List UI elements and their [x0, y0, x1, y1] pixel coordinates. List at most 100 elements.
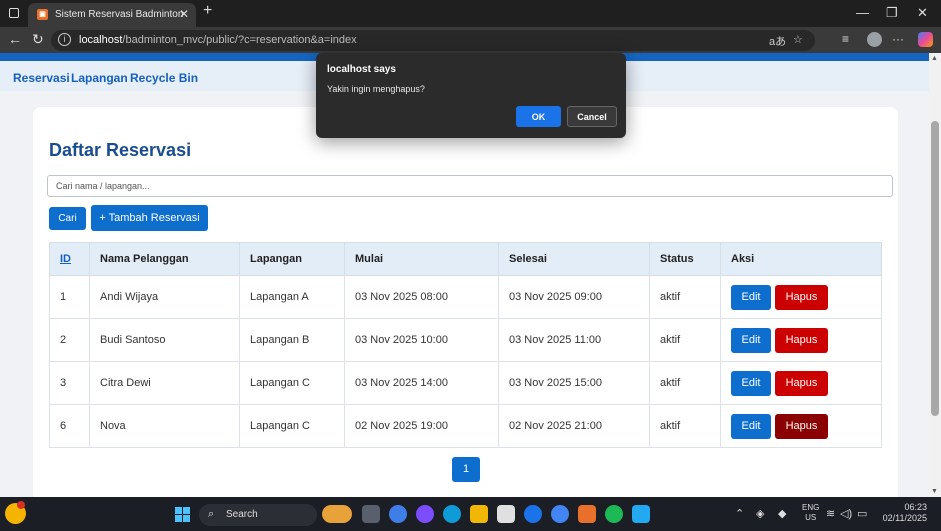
table-row: 3 Citra Dewi Lapangan C 03 Nov 2025 14:0… [49, 361, 882, 405]
store-icon[interactable] [497, 505, 515, 523]
favorites-list-icon[interactable]: ≡ [842, 32, 849, 46]
language-indicator[interactable]: ENG US [802, 503, 819, 523]
scroll-down-icon[interactable]: ▼ [931, 488, 938, 495]
url-host: localhost [79, 34, 123, 46]
delete-button[interactable]: Hapus [775, 327, 828, 353]
url-path: /badminton_mvc/public/?c=reservation&a=i… [122, 34, 357, 46]
cell-mulai: 03 Nov 2025 08:00 [344, 275, 499, 319]
taskbar-search-label: Search [226, 509, 258, 520]
search-input[interactable] [47, 175, 893, 197]
vscode-icon[interactable] [632, 505, 650, 523]
taskbar-search[interactable]: ⌕ Search [199, 504, 317, 526]
new-tab-icon[interactable]: + [203, 2, 212, 20]
spotify-icon[interactable] [605, 505, 623, 523]
tray-app-icon[interactable]: ◈ [756, 507, 764, 520]
table-header-row: ID Nama Pelanggan Lapangan Mulai Selesai… [49, 242, 882, 276]
content-card: Daftar Reservasi Cari + Tambah Reservasi… [33, 107, 898, 497]
table-row: 1 Andi Wijaya Lapangan A 03 Nov 2025 08:… [49, 275, 882, 319]
delete-button[interactable]: Hapus [775, 413, 828, 439]
tray-app2-icon[interactable]: ◆ [778, 507, 786, 520]
cell-status: aktif [649, 318, 721, 362]
favicon-icon: ▣ [37, 9, 48, 20]
table-row: 6 Nova Lapangan C 02 Nov 2025 19:00 02 N… [49, 404, 882, 448]
cell-mulai: 03 Nov 2025 10:00 [344, 318, 499, 362]
delete-button[interactable]: Hapus [775, 284, 828, 310]
copilot-icon[interactable] [918, 32, 933, 47]
refresh-icon[interactable]: ↻ [32, 31, 44, 48]
delete-button[interactable]: Hapus [775, 370, 828, 396]
clock-time: 06:23 [904, 502, 927, 512]
clock[interactable]: 06:23 02/11/2025 [862, 502, 927, 524]
cell-status: aktif [649, 361, 721, 405]
edit-button[interactable]: Edit [731, 284, 771, 310]
edit-button[interactable]: Edit [731, 413, 771, 439]
site-info-icon[interactable]: i [58, 33, 71, 46]
nav-link-recycle-bin[interactable]: Recycle Bin [130, 71, 198, 85]
tab-actions-icon[interactable] [9, 8, 19, 18]
wifi-icon[interactable]: ≋ [826, 507, 835, 520]
cell-status: aktif [649, 404, 721, 448]
teams-icon[interactable] [389, 505, 407, 523]
lang-top: ENG [802, 503, 820, 512]
page-scrollbar[interactable]: ▲ ▼ [929, 53, 941, 497]
maximize-icon[interactable]: ❐ [886, 5, 898, 21]
chrome-icon[interactable] [551, 505, 569, 523]
more-menu-icon[interactable]: ··· [892, 32, 904, 46]
cell-nama: Budi Santoso [89, 318, 240, 362]
url-field[interactable]: i localhost/badminton_mvc/public/?c=rese… [51, 30, 815, 51]
nav-link-lapangan[interactable]: Lapangan [71, 71, 128, 85]
favorite-star-icon[interactable]: ☆ [793, 33, 803, 46]
cell-nama: Nova [89, 404, 240, 448]
cell-status: aktif [649, 275, 721, 319]
dialog-title: localhost says [327, 64, 396, 75]
cell-lapangan: Lapangan A [239, 275, 345, 319]
cell-selesai: 02 Nov 2025 21:00 [498, 404, 650, 448]
column-header-nama: Nama Pelanggan [89, 242, 240, 276]
cell-lapangan: Lapangan C [239, 404, 345, 448]
volume-icon[interactable]: ◁) [840, 507, 852, 520]
cell-selesai: 03 Nov 2025 11:00 [498, 318, 650, 362]
nav-link-reservasi[interactable]: Reservasi [13, 71, 70, 85]
cell-lapangan: Lapangan C [239, 361, 345, 405]
search-button[interactable]: Cari [49, 207, 86, 230]
edge-icon[interactable] [443, 505, 461, 523]
table-row: 2 Budi Santoso Lapangan B 03 Nov 2025 10… [49, 318, 882, 362]
cell-nama: Citra Dewi [89, 361, 240, 405]
add-reservation-button[interactable]: + Tambah Reservasi [91, 205, 208, 231]
tray-overflow-icon[interactable]: ⌃ [735, 507, 744, 520]
column-header-status: Status [649, 242, 721, 276]
cell-nama: Andi Wijaya [89, 275, 240, 319]
scroll-up-icon[interactable]: ▲ [931, 55, 938, 62]
copilot-app-icon[interactable] [416, 505, 434, 523]
column-header-id[interactable]: ID [49, 242, 90, 276]
edit-button[interactable]: Edit [731, 370, 771, 396]
clock-date: 02/11/2025 [882, 513, 927, 523]
widgets-icon[interactable] [322, 505, 352, 523]
minimize-icon[interactable]: — [856, 5, 869, 20]
scrollbar-thumb[interactable] [931, 121, 939, 416]
browser-tab[interactable]: ▣ Sistem Reservasi Badminton ✕ [28, 3, 196, 27]
back-icon[interactable]: ← [8, 31, 22, 47]
file-explorer-icon[interactable] [470, 505, 488, 523]
cell-id: 6 [49, 404, 90, 448]
dialog-ok-button[interactable]: OK [516, 106, 561, 127]
edit-button[interactable]: Edit [731, 327, 771, 353]
start-icon[interactable] [175, 507, 190, 522]
read-aloud-icon[interactable]: aあ [769, 33, 786, 49]
tab-close-icon[interactable]: ✕ [179, 7, 189, 21]
dialog-cancel-button[interactable]: Cancel [567, 106, 617, 127]
notification-badge-icon [17, 501, 25, 509]
reservation-table: ID Nama Pelanggan Lapangan Mulai Selesai… [49, 242, 882, 448]
xampp-icon[interactable] [578, 505, 596, 523]
search-icon: ⌕ [208, 508, 215, 520]
pagination-page-button[interactable]: 1 [452, 457, 480, 482]
url-text: localhost/badminton_mvc/public/?c=reserv… [79, 34, 357, 46]
windows-taskbar: ⌕ Search ⌃ ◈ ◆ ENG US ≋ ◁) ▭ 06:23 02/11… [0, 497, 941, 531]
profile-avatar[interactable] [867, 32, 882, 47]
column-header-aksi: Aksi [720, 242, 882, 276]
close-icon[interactable]: ✕ [917, 5, 928, 21]
confirm-dialog: localhost says Yakin ingin menghapus? OK… [316, 53, 626, 138]
hp-icon[interactable] [524, 505, 542, 523]
cell-id: 2 [49, 318, 90, 362]
task-view-icon[interactable] [362, 505, 380, 523]
